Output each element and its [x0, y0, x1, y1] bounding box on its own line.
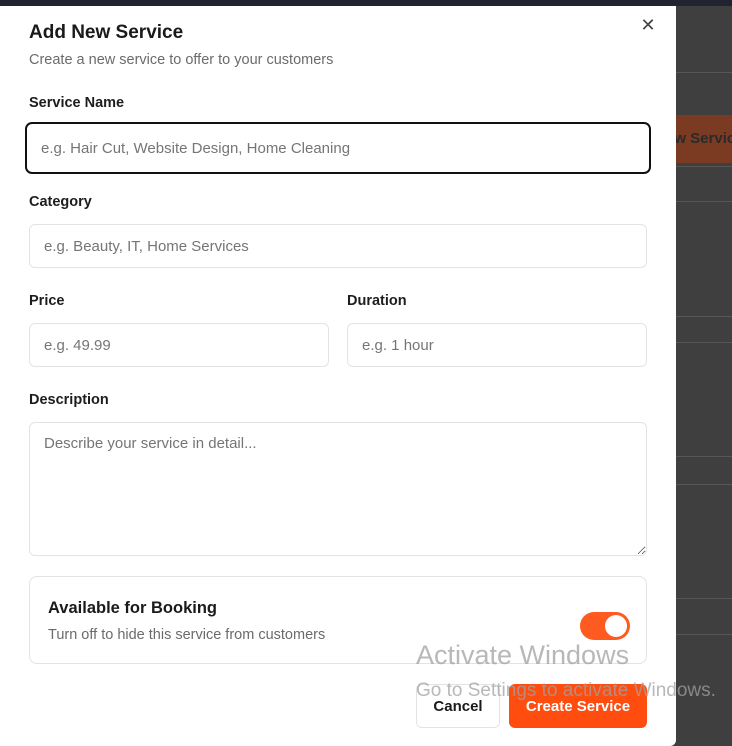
availability-title: Available for Booking: [48, 599, 217, 617]
modal-subtitle: Create a new service to offer to your cu…: [29, 52, 334, 68]
close-icon[interactable]: ✕: [637, 14, 659, 36]
description-label: Description: [29, 392, 109, 408]
duration-input[interactable]: [347, 323, 647, 367]
background-divider: [676, 72, 732, 73]
price-label: Price: [29, 293, 65, 309]
service-name-label: Service Name: [29, 95, 125, 111]
background-divider: [676, 166, 732, 167]
background-divider: [676, 598, 732, 599]
background-divider: [676, 456, 732, 457]
background-divider: [676, 634, 732, 635]
price-input[interactable]: [29, 323, 329, 367]
availability-toggle[interactable]: [580, 612, 630, 640]
cancel-button[interactable]: Cancel: [416, 684, 500, 728]
service-name-input[interactable]: [25, 122, 651, 174]
category-input[interactable]: [29, 224, 647, 268]
background-divider: [676, 316, 732, 317]
background-divider: [676, 342, 732, 343]
category-label: Category: [29, 194, 92, 210]
background-divider: [676, 201, 732, 202]
availability-description: Turn off to hide this service from custo…: [48, 627, 326, 643]
create-service-button[interactable]: Create Service: [509, 684, 647, 728]
duration-label: Duration: [347, 293, 407, 309]
toggle-knob: [605, 615, 627, 637]
availability-card: Available for Booking Turn off to hide t…: [29, 576, 647, 664]
background-divider: [676, 484, 732, 485]
description-textarea[interactable]: [29, 422, 647, 556]
add-service-modal: ✕ Add New Service Create a new service t…: [0, 6, 676, 746]
modal-title: Add New Service: [29, 22, 184, 43]
